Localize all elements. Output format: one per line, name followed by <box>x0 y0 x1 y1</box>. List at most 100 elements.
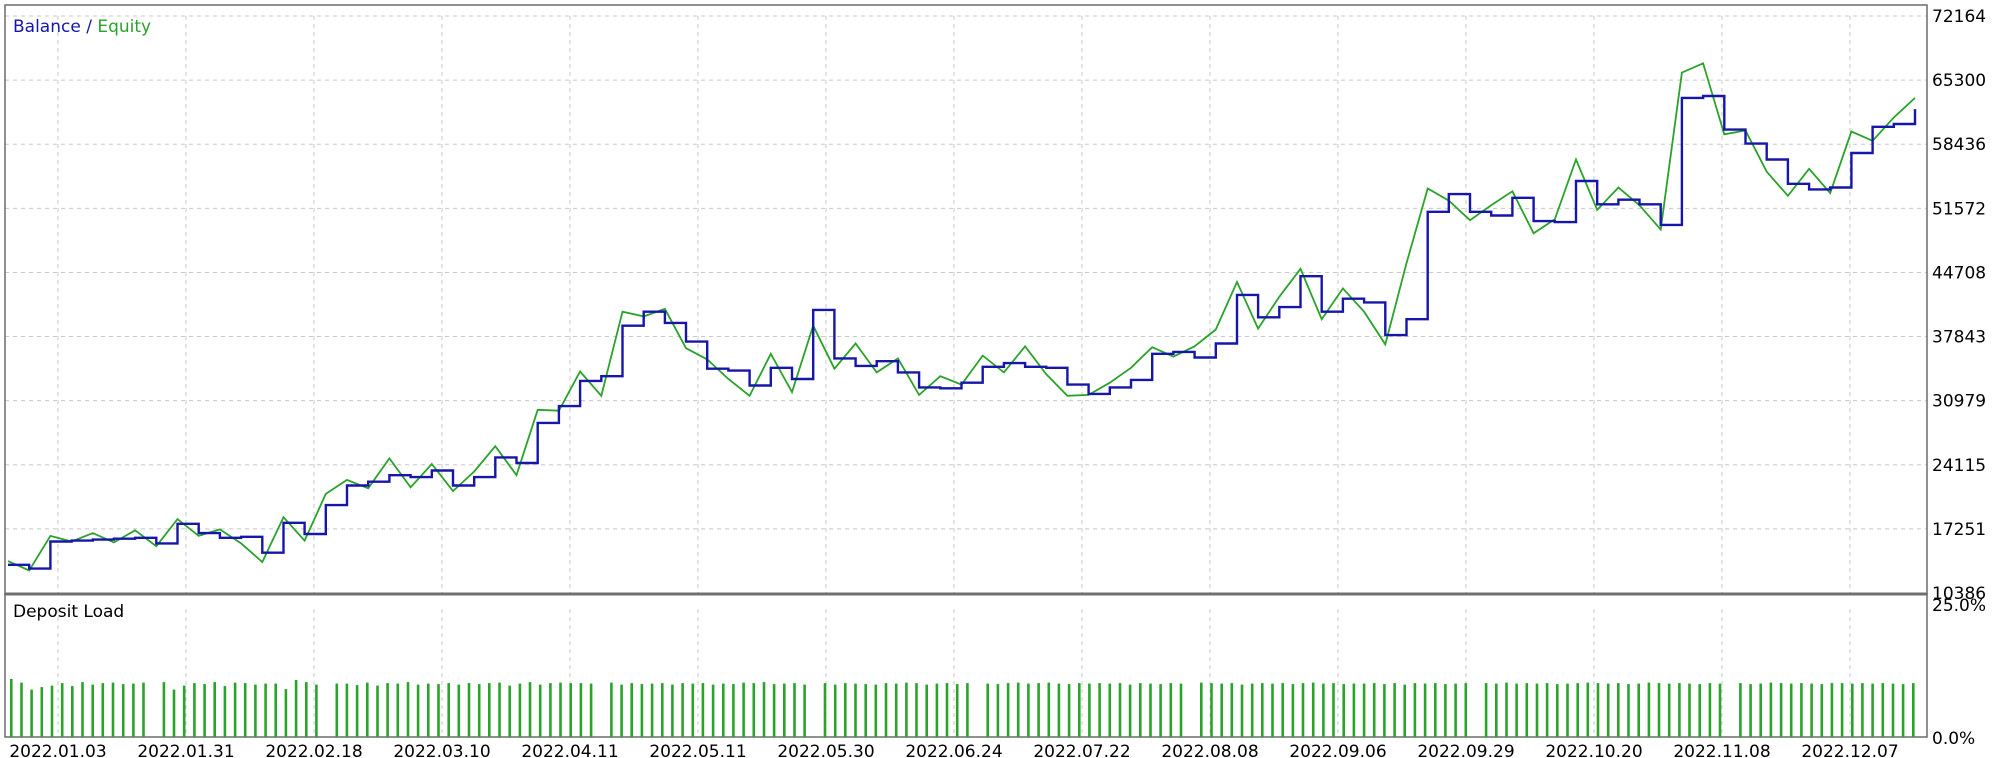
deposit-load-bar <box>1220 683 1223 737</box>
deposit-load-bar <box>1667 683 1671 737</box>
deposit-load-bar <box>691 683 695 737</box>
deposit-load-bar <box>1434 683 1437 737</box>
deposit-load-bar <box>1901 684 1905 737</box>
deposit-load-bar <box>650 683 654 737</box>
deposit-load-bar <box>1800 683 1803 737</box>
deposit-load-bar <box>894 683 898 737</box>
deposit-load-bar <box>447 683 450 737</box>
deposit-load-bar <box>1851 683 1854 737</box>
deposit-load-bar <box>243 683 247 737</box>
deposit-load-bar <box>1362 683 1366 737</box>
deposit-load-bar <box>498 682 501 737</box>
deposit-load-bar <box>427 683 430 737</box>
deposit-load-bar <box>254 684 257 737</box>
deposit-load-bar <box>1332 683 1335 737</box>
x-tick-label: 2022.08.08 <box>1161 742 1258 758</box>
y-tick-label: 65300 <box>1932 71 1986 91</box>
deposit-load-bar <box>20 682 23 737</box>
deposit-load-bar <box>579 683 583 737</box>
deposit-load-bar <box>1525 683 1529 737</box>
x-tick-label: 2022.01.03 <box>9 742 106 758</box>
deposit-load-bar <box>1027 683 1030 737</box>
deposit-load-bar <box>1159 684 1162 737</box>
deposit-load-bar <box>1657 683 1661 737</box>
deposit-load-bar <box>457 684 461 737</box>
deposit-load-bar <box>1250 683 1254 737</box>
deposit-load-bar <box>1342 684 1345 737</box>
y-tick-label: 51572 <box>1932 199 1986 219</box>
x-tick-label: 2022.11.08 <box>1673 742 1770 758</box>
deposit-load-bar <box>955 684 959 737</box>
deposit-load-bar <box>1352 683 1356 737</box>
deposit-load-bar <box>1118 683 1122 737</box>
equity-line <box>7 62 1916 572</box>
deposit-load-bar <box>396 683 400 737</box>
deposit-load-bar <box>1098 683 1101 737</box>
deposit-load-bar <box>783 683 786 737</box>
deposit-load-bar <box>345 683 349 737</box>
deposit-load-tick-label: 25.0% <box>1932 596 1986 616</box>
deposit-load-bar <box>406 682 410 737</box>
deposit-load-bar <box>925 684 928 737</box>
deposit-load-bar <box>854 683 857 737</box>
deposit-load-bar <box>915 683 918 737</box>
deposit-load-bar <box>1403 684 1406 737</box>
deposit-load-bar <box>661 683 664 737</box>
x-tick-label: 2022.10.20 <box>1545 742 1642 758</box>
deposit-load-bar <box>1739 683 1742 737</box>
deposit-load-bar <box>1789 683 1793 737</box>
deposit-load-bar <box>355 685 359 737</box>
title-equity: Equity <box>97 17 151 37</box>
deposit-load-bar <box>1617 683 1620 737</box>
deposit-load-bar <box>1210 683 1213 737</box>
y-tick-label: 72164 <box>1932 7 1986 27</box>
deposit-load-bar <box>762 682 766 737</box>
deposit-load-bar <box>1393 683 1396 737</box>
deposit-load-bar <box>1108 683 1112 737</box>
deposit-load-bar <box>742 682 745 737</box>
deposit-load-bar <box>172 689 176 737</box>
deposit-load-bar <box>264 683 267 737</box>
deposit-load-bar <box>213 682 216 737</box>
deposit-load-bar <box>722 683 725 737</box>
deposit-load-bar <box>274 683 277 737</box>
x-tick-label: 2022.07.22 <box>1033 742 1130 758</box>
deposit-load-bar <box>437 684 440 737</box>
chart-root: 72164 65300 58436 51572 44708 37843 30979 24115… <box>4 4 1986 758</box>
deposit-load-bar <box>620 684 623 737</box>
deposit-load-bar <box>284 689 288 737</box>
deposit-load-bar <box>182 685 186 737</box>
deposit-load-bar <box>1871 683 1874 737</box>
deposit-load-bar <box>1586 682 1590 737</box>
deposit-load-bar <box>905 682 908 737</box>
deposit-load-bar <box>935 683 939 737</box>
deposit-load-bar <box>366 682 369 737</box>
deposit-load-bar <box>1200 682 1203 737</box>
deposit-load-bar <box>294 680 298 737</box>
deposit-load-bar <box>416 684 420 737</box>
deposit-load-bar <box>996 684 1000 737</box>
deposit-load-bar <box>732 684 735 737</box>
deposit-load-bar <box>1840 683 1844 737</box>
x-tick-label: 2022.05.30 <box>777 742 874 758</box>
deposit-load-bar <box>1912 683 1915 737</box>
deposit-load-bar <box>1281 683 1284 737</box>
deposit-load-bar <box>233 682 237 737</box>
deposit-load-bar <box>864 684 867 737</box>
deposit-load-tick-labels: 25.0% 0.0% <box>1932 596 1986 749</box>
y-tick-label: 24115 <box>1932 456 1986 476</box>
deposit-load-bar <box>1088 683 1091 737</box>
deposit-load-bar <box>60 683 64 737</box>
deposit-load-bar <box>1698 684 1701 737</box>
deposit-load-bar <box>1301 683 1305 737</box>
deposit-load-bar <box>305 682 308 737</box>
x-tick-labels: 2022.01.03 2022.01.31 2022.02.18 2022.03.10… <box>9 742 1898 758</box>
deposit-load-bar <box>803 684 806 737</box>
deposit-load-bar <box>1291 684 1295 737</box>
x-tick-label: 2022.03.10 <box>393 742 490 758</box>
deposit-load-bar <box>1139 683 1142 737</box>
deposit-load-bar <box>752 683 756 737</box>
deposit-load-bar <box>1078 683 1081 737</box>
deposit-load-bar <box>1383 684 1386 737</box>
deposit-load-bar <box>1006 683 1010 737</box>
